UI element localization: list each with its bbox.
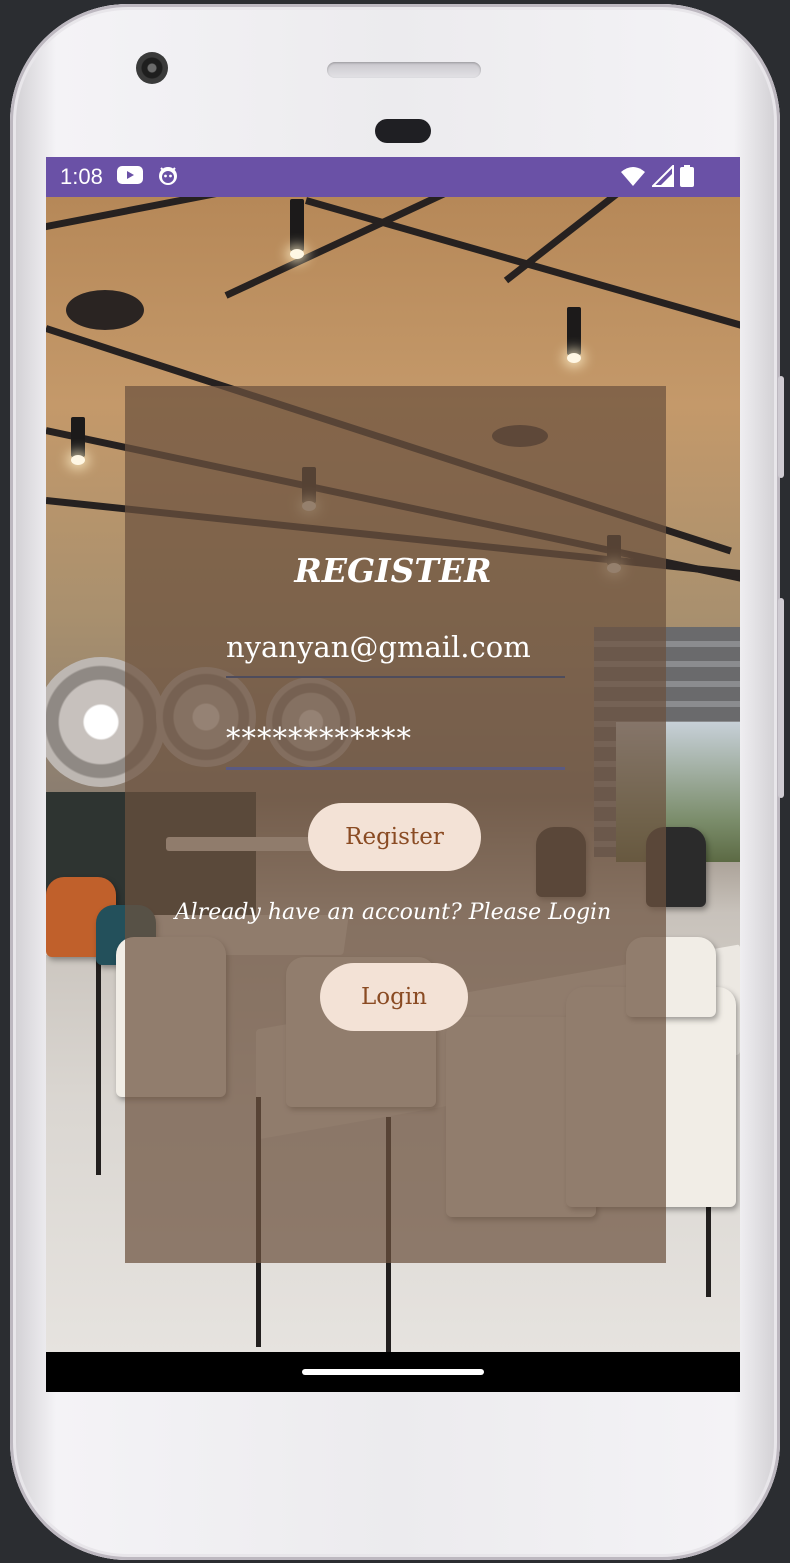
battery-icon: [680, 165, 694, 191]
password-field[interactable]: ************: [226, 721, 565, 770]
android-face-icon: [157, 164, 179, 190]
home-gesture-handle[interactable]: [302, 1369, 484, 1375]
email-field[interactable]: nyanyan@gmail.com: [226, 630, 565, 678]
proximity-sensor: [375, 119, 431, 143]
screen: 1:08 REGISTER nyanyan@gmail.com ********…: [46, 157, 740, 1392]
status-icons: [620, 163, 694, 191]
volume-button: [778, 598, 784, 798]
earpiece-speaker: [327, 62, 481, 78]
page-title: REGISTER: [294, 551, 492, 590]
power-button: [778, 376, 784, 478]
status-bar: 1:08: [46, 157, 740, 197]
login-button[interactable]: Login: [320, 963, 468, 1031]
register-button[interactable]: Register: [308, 803, 481, 871]
navigation-bar: [46, 1352, 740, 1392]
signal-icon: [650, 163, 674, 191]
youtube-icon: [116, 165, 143, 189]
wifi-icon: [620, 165, 646, 191]
front-camera: [136, 52, 168, 84]
status-time: 1:08: [60, 164, 103, 189]
login-prompt-text: Already have an account? Please Login: [174, 900, 612, 925]
